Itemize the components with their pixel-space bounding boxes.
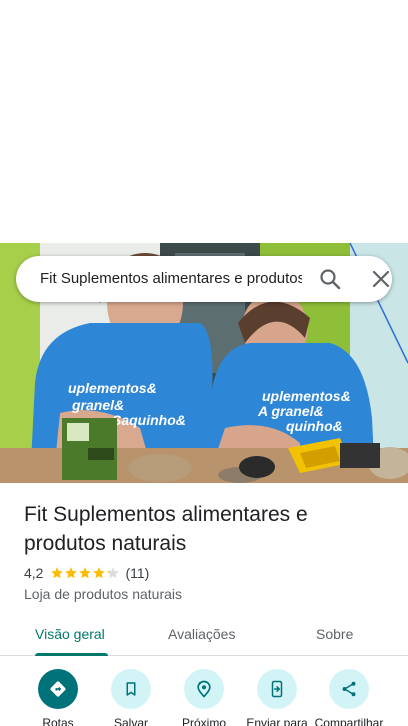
tab-overview[interactable]: Visão geral	[35, 624, 105, 644]
map-blank-area	[0, 0, 408, 243]
place-info-panel: Fit Suplementos alimentares e produtos n…	[0, 483, 408, 726]
place-category[interactable]: Loja de produtos naturais	[24, 584, 182, 604]
shirt-text-right-1: uplementos&	[262, 388, 351, 404]
search-bar[interactable]: Fit Suplementos alimentares e produtos n…	[16, 256, 392, 302]
share-label: Compartilhar	[314, 716, 384, 726]
star-icon	[51, 567, 64, 579]
action-buttons: Rotas Salvar Próximo Enviar para Compart…	[0, 669, 408, 726]
share-icon	[329, 669, 369, 709]
nearby-icon	[184, 669, 224, 709]
rating-value: 4,2	[24, 565, 44, 581]
star-icon	[107, 567, 120, 579]
shirt-text-right-2: A granel&	[257, 403, 324, 419]
place-title: Fit Suplementos alimentares e produtos n…	[24, 503, 308, 555]
place-tabs: Visão geral Avaliações Sobre	[0, 616, 408, 656]
star-icon	[65, 567, 78, 579]
shirt-text-right-3: quinho&	[286, 418, 343, 434]
rating-row[interactable]: 4,2 (11)	[24, 563, 149, 583]
star-icon	[93, 567, 106, 579]
search-input[interactable]: Fit Suplementos alimentares e produtos n…	[40, 269, 302, 289]
directions-icon	[38, 669, 78, 709]
send-to-phone-icon	[257, 669, 297, 709]
shirt-text-left-1: uplementos&	[68, 380, 157, 396]
bookmark-icon	[111, 669, 151, 709]
tab-about[interactable]: Sobre	[316, 624, 353, 644]
shirt-text-left-3: Saquinho&	[112, 412, 186, 428]
share-button[interactable]: Compartilhar	[309, 669, 389, 726]
star-icon	[79, 567, 92, 579]
active-tab-indicator	[35, 653, 108, 656]
close-icon[interactable]	[369, 267, 393, 291]
tab-reviews[interactable]: Avaliações	[168, 624, 235, 644]
search-icon[interactable]	[318, 267, 342, 291]
review-count[interactable]: (11)	[125, 565, 149, 581]
rating-stars	[50, 566, 120, 580]
shirt-text-left-2: granel&	[71, 397, 124, 413]
